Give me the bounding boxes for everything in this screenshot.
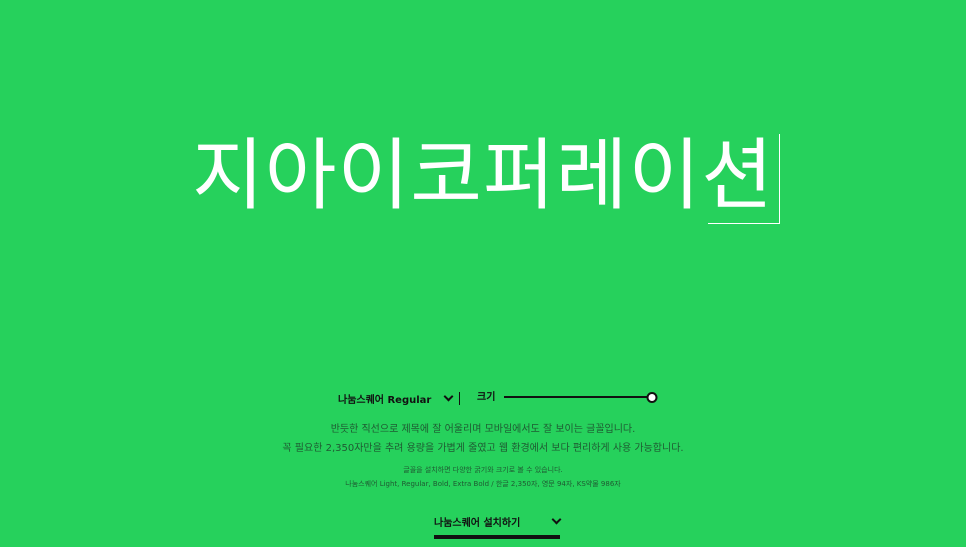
preview-text-input[interactable]: 지아이코퍼레이션 bbox=[192, 128, 774, 224]
size-slider[interactable] bbox=[504, 391, 658, 405]
description-note-2: 나눔스퀘어 Light, Regular, Bold, Extra Bold /… bbox=[345, 480, 621, 488]
install-font-button[interactable]: 나눔스퀘어 설치하기 bbox=[434, 511, 562, 539]
size-slider-handle[interactable] bbox=[646, 392, 658, 403]
controls-divider bbox=[459, 392, 460, 405]
chevron-down-icon bbox=[443, 391, 454, 402]
size-label: 크기 bbox=[477, 392, 496, 403]
install-underline bbox=[434, 535, 560, 539]
install-label: 나눔스퀘어 설치하기 bbox=[434, 517, 521, 529]
font-preview-page: 지아이코퍼레이션 나눔스퀘어 Regular 크기 반듯한 직선으로 제목에 잘… bbox=[0, 0, 966, 547]
hero-preview: 지아이코퍼레이션 bbox=[0, 128, 966, 224]
chevron-down-icon bbox=[551, 514, 562, 525]
description-line-1: 반듯한 직선으로 제목에 잘 어울리며 모바일에서도 잘 보이는 글꼴입니다. bbox=[330, 424, 636, 435]
font-select-dropdown[interactable]: 나눔스퀘어 Regular bbox=[338, 387, 454, 409]
size-slider-fill bbox=[504, 396, 652, 398]
preview-text-wrapper[interactable]: 지아이코퍼레이션 bbox=[192, 128, 781, 224]
description-note-1: 글꼴을 설치하면 다양한 굵기와 크기로 볼 수 있습니다. bbox=[403, 466, 563, 474]
install-row: 나눔스퀘어 설치하기 bbox=[434, 511, 562, 531]
font-controls: 나눔스퀘어 Regular 크기 bbox=[0, 387, 966, 409]
description-line-2: 꼭 필요한 2,350자만을 추려 용량을 가볍게 줄였고 웹 환경에서 보다 … bbox=[282, 443, 684, 454]
font-select-label: 나눔스퀘어 Regular bbox=[338, 394, 432, 406]
